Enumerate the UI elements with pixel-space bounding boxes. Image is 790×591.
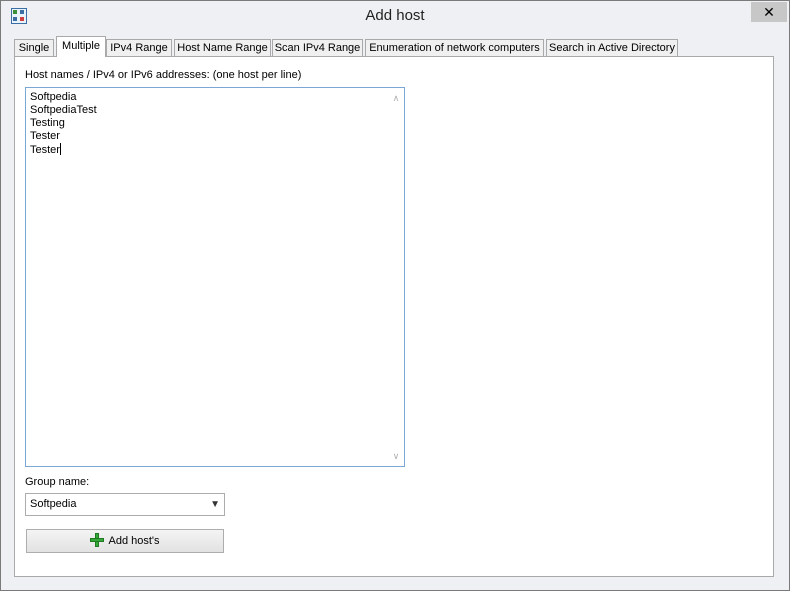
scroll-down-icon[interactable]: ∨: [388, 448, 404, 464]
group-name-dropdown[interactable]: Softpedia ▼: [25, 493, 225, 516]
tab-multiple[interactable]: Multiple: [56, 36, 106, 57]
hosts-lines: Softpedia SoftpediaTest Testing Tester T…: [30, 91, 97, 157]
chevron-down-icon: ▼: [210, 499, 220, 510]
title-bar[interactable]: Add host ✕: [1, 1, 789, 31]
scroll-up-icon[interactable]: ∧: [388, 90, 404, 106]
tab-single[interactable]: Single: [14, 39, 54, 57]
host-line: SoftpediaTest: [30, 104, 97, 116]
tab-scan-ipv4-range[interactable]: Scan IPv4 Range: [272, 39, 363, 57]
hosts-label: Host names / IPv4 or IPv6 addresses: (on…: [25, 69, 302, 81]
hosts-textarea[interactable]: Softpedia SoftpediaTest Testing Tester T…: [25, 87, 405, 467]
close-icon: ✕: [763, 4, 775, 20]
text-caret: [59, 143, 61, 155]
add-host-window: Add host ✕ Single Multiple IPv4 Range Ho…: [0, 0, 790, 591]
tab-host-name-range[interactable]: Host Name Range: [174, 39, 271, 57]
vertical-scrollbar[interactable]: ∧ ∨: [388, 88, 404, 466]
tab-active-directory[interactable]: Search in Active Directory: [546, 39, 678, 57]
window-title: Add host: [365, 7, 425, 24]
group-name-value: Softpedia: [30, 498, 77, 510]
add-hosts-label: Add host's: [108, 535, 160, 547]
close-button[interactable]: ✕: [751, 2, 787, 22]
host-line: Softpedia: [30, 91, 77, 103]
add-hosts-button[interactable]: Add host's: [26, 529, 224, 553]
tab-enumeration[interactable]: Enumeration of network computers: [365, 39, 544, 57]
group-name-label: Group name:: [25, 476, 90, 488]
multiple-tab-panel: Host names / IPv4 or IPv6 addresses: (on…: [14, 56, 774, 577]
host-line: Tester: [30, 130, 60, 142]
host-line: Tester: [30, 144, 60, 156]
tab-ipv4-range[interactable]: IPv4 Range: [106, 39, 172, 57]
plus-icon: [90, 533, 105, 547]
host-line: Testing: [30, 117, 65, 129]
